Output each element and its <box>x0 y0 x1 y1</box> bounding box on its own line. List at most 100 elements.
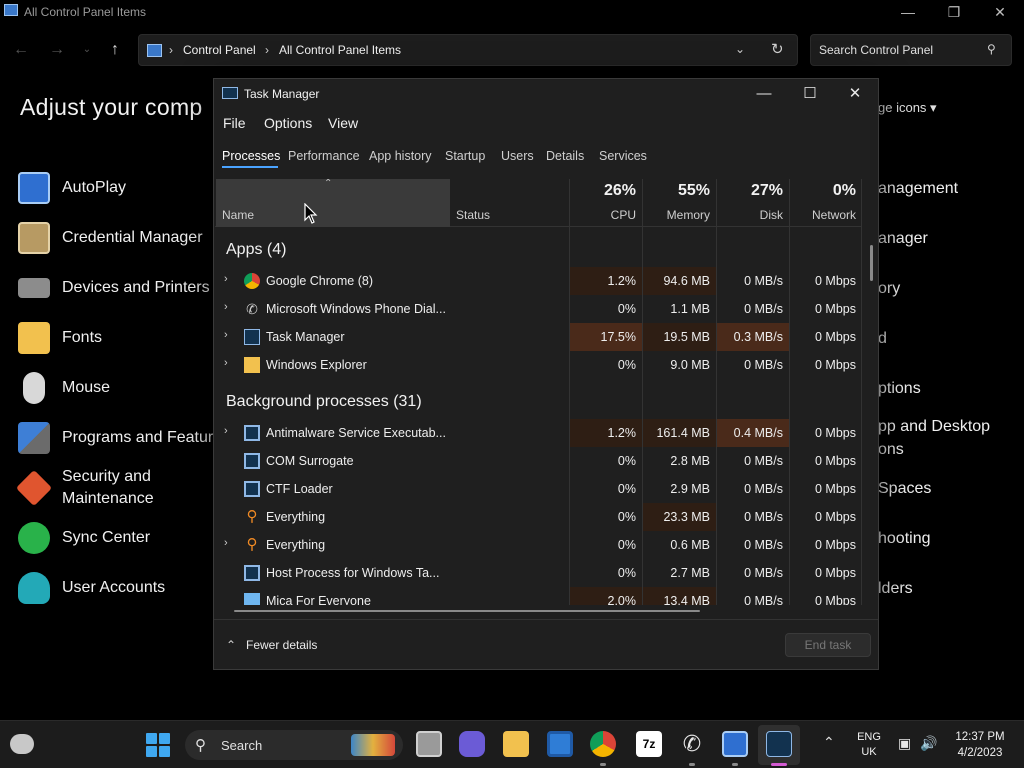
show-hidden-icons-chevron-icon[interactable]: ⌃ <box>823 734 835 751</box>
search-input[interactable]: Search Control Panel <box>819 43 933 57</box>
expand-chevron-icon[interactable]: › <box>224 357 228 369</box>
disk-usage-total[interactable]: 27% <box>717 182 783 200</box>
cp-item-right-5[interactable]: ptions <box>878 378 921 400</box>
cp-item-fonts[interactable]: Fonts <box>18 318 218 358</box>
close-button[interactable]: ✕ <box>978 2 1022 22</box>
task-manager-icon[interactable] <box>766 731 792 757</box>
chrome-icon[interactable] <box>590 731 616 757</box>
tab-details[interactable]: Details <box>546 149 584 163</box>
cp-item-security-maintenance[interactable]: Security and Maintenance <box>15 466 218 512</box>
table-row[interactable]: CTF Loader 0% 2.9 MB 0 MB/s 0 Mbps <box>215 475 862 503</box>
cp-item-programs-features[interactable]: Programs and Features <box>18 418 218 458</box>
cp-item-credential-manager[interactable]: Credential Manager <box>18 218 218 258</box>
up-arrow-icon[interactable]: ↑ <box>104 40 126 60</box>
search-box[interactable]: Search Control Panel ⚲ <box>810 34 1012 66</box>
address-bar[interactable]: › Control Panel › All Control Panel Item… <box>138 34 798 66</box>
table-row[interactable]: › Task Manager 17.5% 19.5 MB 0.3 MB/s 0 Mbps <box>215 323 862 351</box>
phone-link-icon[interactable]: ✆ <box>679 731 705 757</box>
task-view-icon[interactable] <box>416 731 442 757</box>
name-column-header[interactable]: ⌃ Name <box>216 179 450 227</box>
tab-startup[interactable]: Startup <box>445 149 485 163</box>
cp-item-sync-center[interactable]: Sync Center <box>18 518 218 558</box>
cp-item-right-6[interactable]: pp and Desktop <box>878 416 990 438</box>
network-usage-total[interactable]: 0% <box>790 182 856 200</box>
cp-item-user-accounts[interactable]: User Accounts <box>18 568 218 608</box>
recent-locations-chevron-icon[interactable]: ⌄ <box>76 40 98 60</box>
tab-services[interactable]: Services <box>599 149 647 163</box>
taskbar-search[interactable]: ⚲ Search <box>185 730 403 760</box>
close-button[interactable]: ✕ <box>835 82 875 106</box>
cpu-column-header[interactable]: CPU <box>570 208 636 222</box>
process-name: Task Manager <box>266 330 345 344</box>
breadcrumb-separator-icon[interactable]: › <box>169 43 173 57</box>
start-button[interactable] <box>146 733 170 757</box>
horizontal-scrollbar[interactable] <box>234 610 700 612</box>
table-row[interactable]: COM Surrogate 0% 2.8 MB 0 MB/s 0 Mbps <box>215 447 862 475</box>
clock[interactable]: 12:37 PM 4/2/2023 <box>944 729 1016 761</box>
expand-chevron-icon[interactable]: › <box>224 301 228 313</box>
forward-arrow-icon[interactable]: → <box>46 40 68 60</box>
volume-icon[interactable]: 🔊 <box>920 735 937 752</box>
7zip-icon[interactable]: 7z <box>636 731 662 757</box>
table-row[interactable]: Host Process for Windows Ta... 0% 2.7 MB 0 … <box>215 559 862 587</box>
taskbar: ⚲ Search 7z ✆ ⌃ ENG UK ▣ 🔊 12:37 PM 4/2/… <box>0 720 1024 768</box>
address-history-chevron-icon[interactable]: ⌄ <box>735 42 745 56</box>
expand-chevron-icon[interactable]: › <box>224 425 228 437</box>
menu-view[interactable]: View <box>328 115 358 131</box>
table-row[interactable]: ⚲ Everything 0% 23.3 MB 0 MB/s 0 Mbps <box>215 503 862 531</box>
cp-item-autoplay[interactable]: AutoPlay <box>18 168 218 208</box>
minimize-button[interactable]: — <box>744 82 784 106</box>
expand-chevron-icon[interactable]: › <box>224 537 228 549</box>
table-row[interactable]: › ✆ Microsoft Windows Phone Dial... 0% 1.1 M… <box>215 295 862 323</box>
cp-item-right-7[interactable]: Spaces <box>878 478 931 500</box>
network-icon[interactable]: ▣ <box>898 735 911 752</box>
control-panel-icon[interactable] <box>722 731 748 757</box>
cp-item-right-3[interactable]: ory <box>878 278 900 300</box>
tab-performance[interactable]: Performance <box>288 149 360 163</box>
cp-item-mouse[interactable]: Mouse <box>18 368 218 408</box>
breadcrumb-all-items[interactable]: All Control Panel Items <box>279 43 401 57</box>
file-explorer-icon[interactable] <box>503 731 529 757</box>
breadcrumb-separator-icon[interactable]: › <box>265 43 269 57</box>
cp-item-devices-printers[interactable]: Devices and Printers <box>18 268 218 308</box>
expand-chevron-icon[interactable]: › <box>224 273 228 285</box>
minimize-button[interactable]: — <box>886 2 930 22</box>
cp-item-right-4[interactable]: d <box>878 328 887 350</box>
table-row[interactable]: › Antimalware Service Executab... 1.2% 161.… <box>215 419 862 447</box>
tab-processes[interactable]: Processes <box>222 149 280 163</box>
disk-column-header[interactable]: Disk <box>717 208 783 222</box>
cp-item-right-9[interactable]: lders <box>878 578 913 600</box>
network-column-header[interactable]: Network <box>790 208 856 222</box>
refresh-icon[interactable]: ↻ <box>771 40 784 58</box>
task-manager-title-bar[interactable]: Task Manager — ☐ ✕ <box>214 79 878 109</box>
search-icon[interactable]: ⚲ <box>987 42 996 56</box>
expand-chevron-icon[interactable]: › <box>224 329 228 341</box>
table-row[interactable]: › ⚲ Everything 0% 0.6 MB 0 MB/s 0 Mbps <box>215 531 862 559</box>
microsoft-store-icon[interactable] <box>547 731 573 757</box>
cpu-usage-total[interactable]: 26% <box>570 182 636 200</box>
cp-item-right-1[interactable]: anagement <box>878 178 958 200</box>
menu-file[interactable]: File <box>223 115 246 131</box>
cp-item-right-2[interactable]: anager <box>878 228 928 250</box>
table-row[interactable]: › Windows Explorer 0% 9.0 MB 0 MB/s 0 Mbps <box>215 351 862 379</box>
fewer-details-button[interactable]: ⌃ Fewer details <box>226 638 317 652</box>
teams-chat-icon[interactable] <box>459 731 485 757</box>
breadcrumb-control-panel[interactable]: Control Panel <box>183 43 256 57</box>
menu-options[interactable]: Options <box>264 115 312 131</box>
back-arrow-icon[interactable]: ← <box>10 40 32 60</box>
language-indicator[interactable]: ENG UK <box>852 730 886 760</box>
memory-column-header[interactable]: Memory <box>643 208 710 222</box>
end-task-button[interactable]: End task <box>785 633 871 657</box>
table-row[interactable]: › Google Chrome (8) 1.2% 94.6 MB 0 MB/s 0 Mbp… <box>215 267 862 295</box>
weather-widget-icon[interactable] <box>10 734 34 754</box>
vertical-scrollbar[interactable] <box>870 245 873 281</box>
maximize-button[interactable]: ☐ <box>790 82 830 106</box>
maximize-button[interactable]: ❐ <box>932 2 976 22</box>
tab-users[interactable]: Users <box>501 149 534 163</box>
status-column-header[interactable]: Status <box>456 208 490 222</box>
cp-item-right-8[interactable]: hooting <box>878 528 931 550</box>
tab-app-history[interactable]: App history <box>369 149 432 163</box>
memory-usage-total[interactable]: 55% <box>643 182 710 200</box>
table-row[interactable]: Mica For Everyone 2.0% 13.4 MB 0 MB/s 0 Mbps <box>215 587 862 605</box>
view-by-dropdown[interactable]: ge icons ▾ <box>878 100 937 116</box>
